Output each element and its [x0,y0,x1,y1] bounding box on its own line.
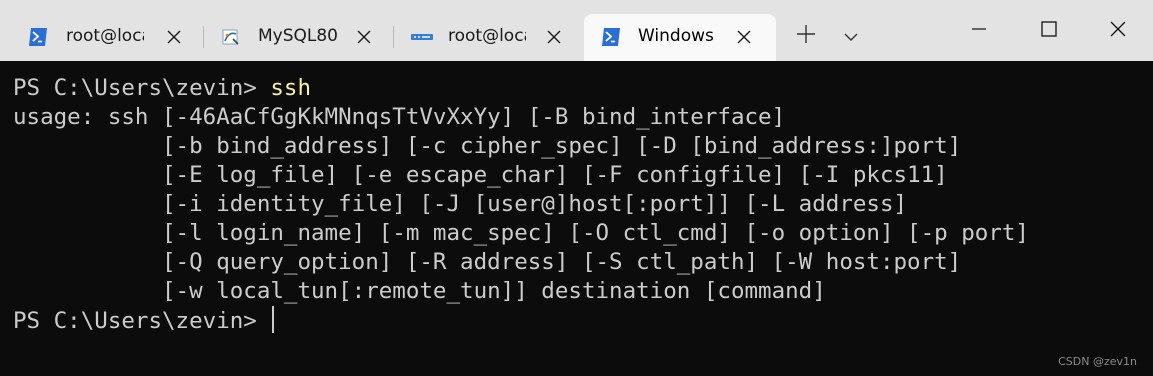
minimize-button[interactable] [964,16,994,46]
usage-line: [-i identity_file] [-J [user@]host[:port… [13,191,908,217]
usage-line: usage: ssh [-46AaCfGgKkMNnqsTtVvXxYy] [-… [13,104,786,130]
tab-windows[interactable]: Windows [584,14,776,61]
close-icon[interactable] [543,26,565,48]
usage-line: [-Q query_option] [-R address] [-S ctl_p… [13,249,962,275]
prompt: PS C:\Users\zevin> [13,308,271,334]
maximize-button[interactable] [1034,16,1064,46]
mysql-icon [220,26,242,48]
tab-dropdown-button[interactable] [836,21,866,51]
chevron-down-icon [844,27,858,46]
close-icon[interactable] [733,26,755,48]
tab-root-2[interactable]: root@loca [390,14,580,61]
minimize-icon [971,21,987,41]
prompt-line: PS C:\Users\zevin> [13,306,275,335]
terminal-output[interactable]: PS C:\Users\zevin> ssh usage: ssh [-46Aa… [0,61,1153,376]
tab-label: root@loca [66,26,144,46]
tab-label: MySQL80 [258,26,339,46]
window-close-button[interactable] [1103,16,1133,46]
close-icon [1110,21,1126,41]
maximize-icon [1041,21,1057,41]
tab-label: Windows [638,26,714,46]
usage-line: [-E log_file] [-e escape_char] [-F confi… [13,162,948,188]
powershell-icon [27,26,49,48]
tab-label: root@loca [448,26,526,46]
close-icon[interactable] [163,26,185,48]
usage-line: [-l login_name] [-m mac_spec] [-O ctl_cm… [13,220,1029,246]
tab-mysql80[interactable]: MySQL80 [200,14,390,61]
tab-root-1[interactable]: root@loca [0,14,200,61]
new-tab-button[interactable] [791,21,821,51]
usage-line: [-b bind_address] [-c cipher_spec] [-D [… [13,133,962,159]
prompt-line: PS C:\Users\zevin> ssh [13,74,311,103]
server-icon [410,26,433,48]
prompt: PS C:\Users\zevin> [13,75,271,101]
powershell-icon [600,26,622,48]
watermark: CSDN @zev1n [1058,355,1137,368]
plus-icon [796,24,816,48]
usage-line: [-w local_tun[:remote_tun]] destination … [13,278,826,304]
close-icon[interactable] [353,26,375,48]
title-bar: root@loca MySQL80 root@loca Windows [0,0,1153,61]
command-text: ssh [270,75,312,101]
text-cursor [272,306,275,333]
